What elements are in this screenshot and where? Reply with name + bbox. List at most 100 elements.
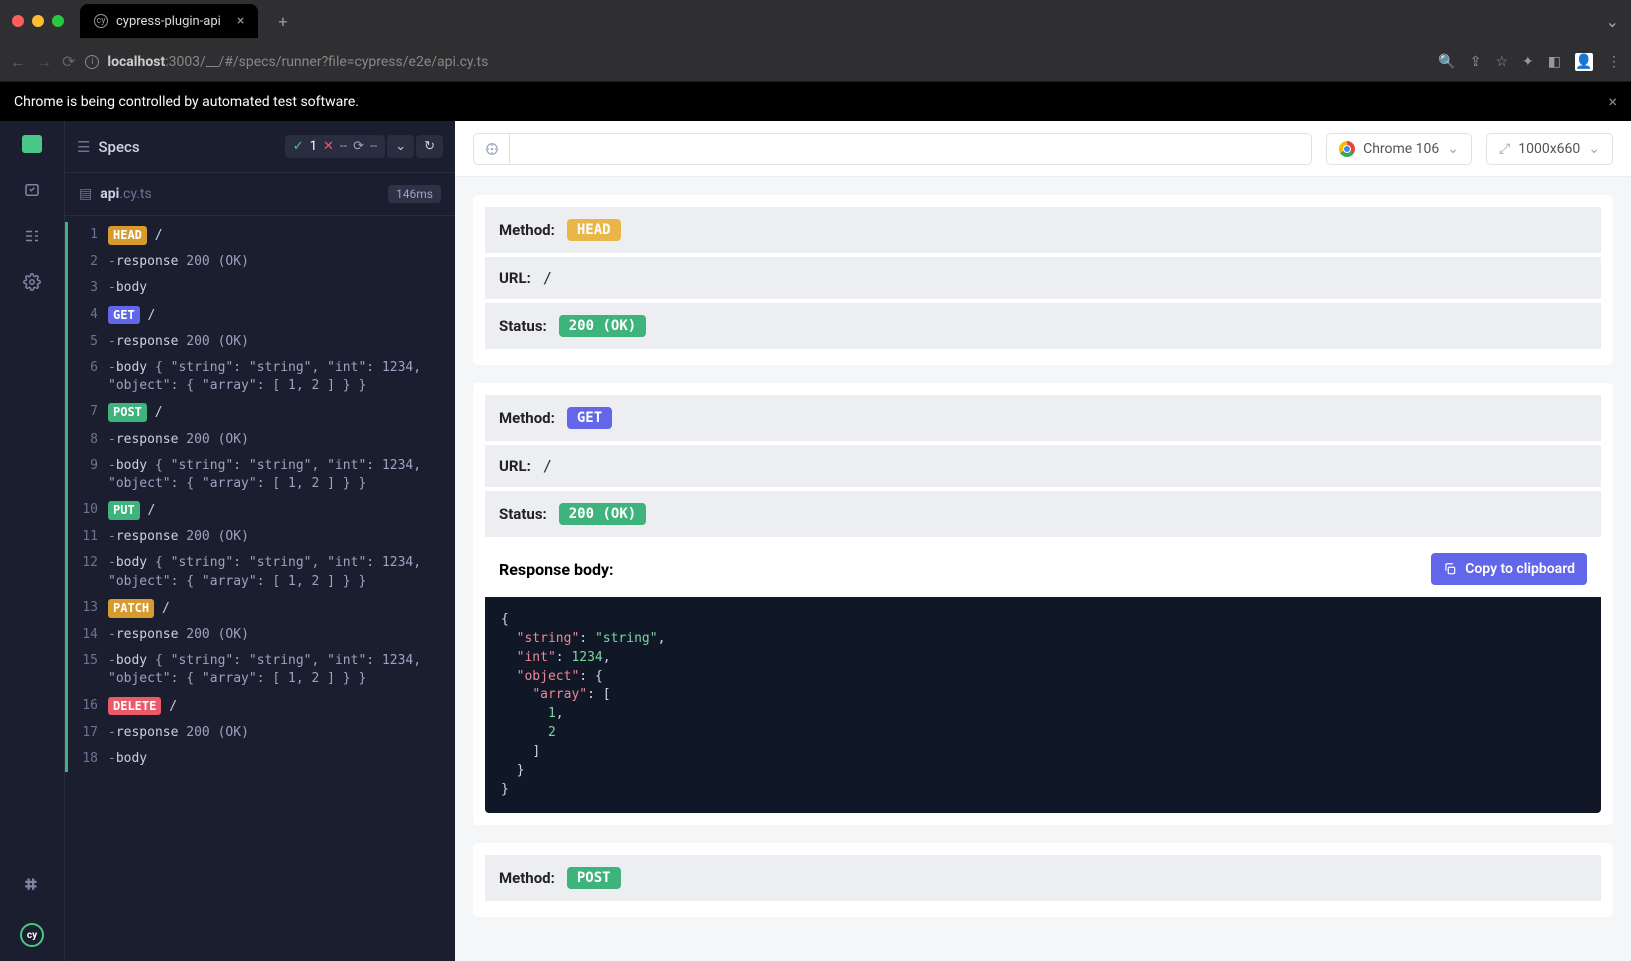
command-status: 200 (OK) bbox=[186, 725, 249, 740]
command-status: 200 (OK) bbox=[186, 432, 249, 447]
close-window-icon[interactable] bbox=[12, 15, 24, 27]
command-row[interactable]: 10PUT / bbox=[65, 497, 455, 524]
command-label: response bbox=[116, 432, 179, 447]
forward-button[interactable]: → bbox=[36, 52, 52, 72]
banner-close-icon[interactable]: × bbox=[1608, 92, 1617, 111]
command-path: / bbox=[155, 228, 163, 243]
pass-count: 1 bbox=[310, 139, 317, 154]
reload-button[interactable]: ⟳ bbox=[62, 52, 75, 71]
zoom-icon[interactable]: 🔍 bbox=[1438, 54, 1455, 70]
sidebar-item-settings[interactable] bbox=[0, 273, 64, 291]
maximize-window-icon[interactable] bbox=[52, 15, 64, 27]
status-badge: 200 (OK) bbox=[559, 315, 646, 337]
command-row[interactable]: 8-response 200 (OK) bbox=[65, 427, 455, 453]
command-row[interactable]: 2-response 200 (OK) bbox=[65, 249, 455, 275]
pending-icon: ⟳ bbox=[353, 139, 364, 154]
command-row[interactable]: 12-body { "string": "string", "int": 123… bbox=[65, 550, 455, 594]
command-row[interactable]: 18-body bbox=[65, 746, 455, 772]
method-row: Method:HEAD bbox=[485, 207, 1601, 253]
pending-count: -- bbox=[370, 139, 377, 154]
command-row[interactable]: 4GET / bbox=[65, 302, 455, 329]
browser-selector[interactable]: Chrome 106 ⌄ bbox=[1326, 133, 1472, 165]
command-number: 1 bbox=[80, 226, 98, 244]
method-badge: PUT bbox=[108, 501, 140, 520]
command-row[interactable]: 11-response 200 (OK) bbox=[65, 524, 455, 550]
command-row[interactable]: 5-response 200 (OK) bbox=[65, 329, 455, 355]
bookmark-icon[interactable]: ☆ bbox=[1495, 54, 1508, 70]
fail-count: -- bbox=[340, 139, 347, 154]
response-body-header: Response body:Copy to clipboard bbox=[485, 541, 1601, 597]
command-row[interactable]: 13PATCH / bbox=[65, 595, 455, 622]
tab-title: cypress-plugin-api bbox=[116, 14, 221, 29]
browser-toolbar: ← → ⟳ i localhost:3003/__/#/specs/runner… bbox=[0, 42, 1631, 82]
method-row: Method:GET bbox=[485, 395, 1601, 441]
command-row[interactable]: 17-response 200 (OK) bbox=[65, 720, 455, 746]
response-body[interactable]: { "string": "string", "int": 1234, "obje… bbox=[485, 597, 1601, 813]
fail-icon: ✕ bbox=[323, 139, 334, 154]
command-row[interactable]: 15-body { "string": "string", "int": 123… bbox=[65, 648, 455, 692]
new-tab-button[interactable]: + bbox=[278, 12, 287, 31]
command-log[interactable]: 1HEAD /2-response 200 (OK)3-body4GET /5-… bbox=[65, 216, 455, 961]
cypress-logo-icon[interactable]: cy bbox=[20, 923, 44, 947]
command-row[interactable]: 3-body bbox=[65, 275, 455, 301]
back-button[interactable]: ← bbox=[10, 52, 26, 72]
command-label: body bbox=[116, 653, 147, 668]
command-row[interactable]: 1HEAD / bbox=[65, 222, 455, 249]
menu-icon[interactable]: ⋮ bbox=[1607, 54, 1621, 70]
stats-badge: ✓ 1 ✕ -- ⟳ -- bbox=[285, 135, 385, 158]
extensions-icon[interactable]: ✦ bbox=[1522, 54, 1534, 70]
minimize-window-icon[interactable] bbox=[32, 15, 44, 27]
share-icon[interactable]: ⇪ bbox=[1470, 54, 1482, 70]
command-path: / bbox=[155, 405, 163, 420]
command-number: 9 bbox=[80, 457, 98, 475]
reporter-panel: ☰Specs ✓1 ✕-- ⟳-- ⌄ ↻ ▤ api.cy.ts 146ms … bbox=[65, 121, 455, 961]
address-bar[interactable]: i localhost:3003/__/#/specs/runner?file=… bbox=[85, 54, 1428, 70]
browser-tab[interactable]: cy cypress-plugin-api × bbox=[80, 4, 258, 38]
command-row[interactable]: 9-body { "string": "string", "int": 1234… bbox=[65, 453, 455, 497]
sidebar-item-specs[interactable] bbox=[0, 135, 64, 153]
sidebar-item-debug[interactable] bbox=[0, 227, 64, 245]
options-dropdown[interactable]: ⌄ bbox=[387, 135, 414, 158]
method-row: Method:POST bbox=[485, 855, 1601, 901]
toolbar-actions: 🔍 ⇪ ☆ ✦ ◧ 👤 ⋮ bbox=[1438, 53, 1621, 71]
url-host: localhost bbox=[107, 54, 165, 70]
preview-header: Chrome 106 ⌄ ⤢ 1000x660 ⌄ bbox=[455, 121, 1631, 177]
command-row[interactable]: 7POST / bbox=[65, 399, 455, 426]
command-label: response bbox=[116, 529, 179, 544]
command-number: 8 bbox=[80, 431, 98, 449]
rerun-button[interactable]: ↻ bbox=[416, 135, 443, 158]
chevron-down-icon: ⌄ bbox=[1447, 141, 1459, 157]
chevron-down-icon: ⌄ bbox=[1588, 141, 1600, 157]
command-path: / bbox=[148, 308, 156, 323]
command-row[interactable]: 16DELETE / bbox=[65, 693, 455, 720]
method-badge: GET bbox=[108, 306, 140, 325]
aut-url-bar[interactable] bbox=[473, 133, 1312, 165]
copy-button[interactable]: Copy to clipboard bbox=[1431, 553, 1587, 585]
command-status: 200 (OK) bbox=[186, 334, 249, 349]
status-badge: 200 (OK) bbox=[559, 503, 646, 525]
sidepanel-icon[interactable]: ◧ bbox=[1548, 54, 1561, 70]
cypress-sidebar: cy bbox=[0, 121, 65, 961]
spec-duration: 146ms bbox=[388, 185, 441, 203]
preview-body[interactable]: Method:HEADURL:/Status:200 (OK)Method:GE… bbox=[455, 177, 1631, 961]
tabs-dropdown-icon[interactable]: ⌄ bbox=[1606, 12, 1619, 31]
spec-file-row[interactable]: ▤ api.cy.ts 146ms bbox=[65, 173, 455, 216]
command-label: body bbox=[116, 751, 147, 766]
api-card: Method:POST bbox=[473, 843, 1613, 917]
site-info-icon[interactable]: i bbox=[85, 55, 99, 69]
command-row[interactable]: 6-body { "string": "string", "int": 1234… bbox=[65, 355, 455, 399]
pass-icon: ✓ bbox=[293, 139, 304, 154]
sidebar-item-runs[interactable] bbox=[0, 181, 64, 199]
command-number: 14 bbox=[80, 626, 98, 644]
command-row[interactable]: 14-response 200 (OK) bbox=[65, 622, 455, 648]
profile-icon[interactable]: 👤 bbox=[1575, 53, 1593, 71]
sidebar-item-keyboard[interactable] bbox=[0, 877, 64, 895]
command-label: body bbox=[116, 360, 147, 375]
close-tab-icon[interactable]: × bbox=[237, 13, 244, 29]
url-value: / bbox=[543, 269, 552, 287]
viewport-selector[interactable]: ⤢ 1000x660 ⌄ bbox=[1486, 133, 1613, 165]
command-number: 7 bbox=[80, 403, 98, 421]
selector-playground-icon[interactable] bbox=[474, 134, 510, 164]
tab-favicon-icon: cy bbox=[94, 14, 108, 28]
chrome-icon bbox=[1339, 141, 1355, 157]
